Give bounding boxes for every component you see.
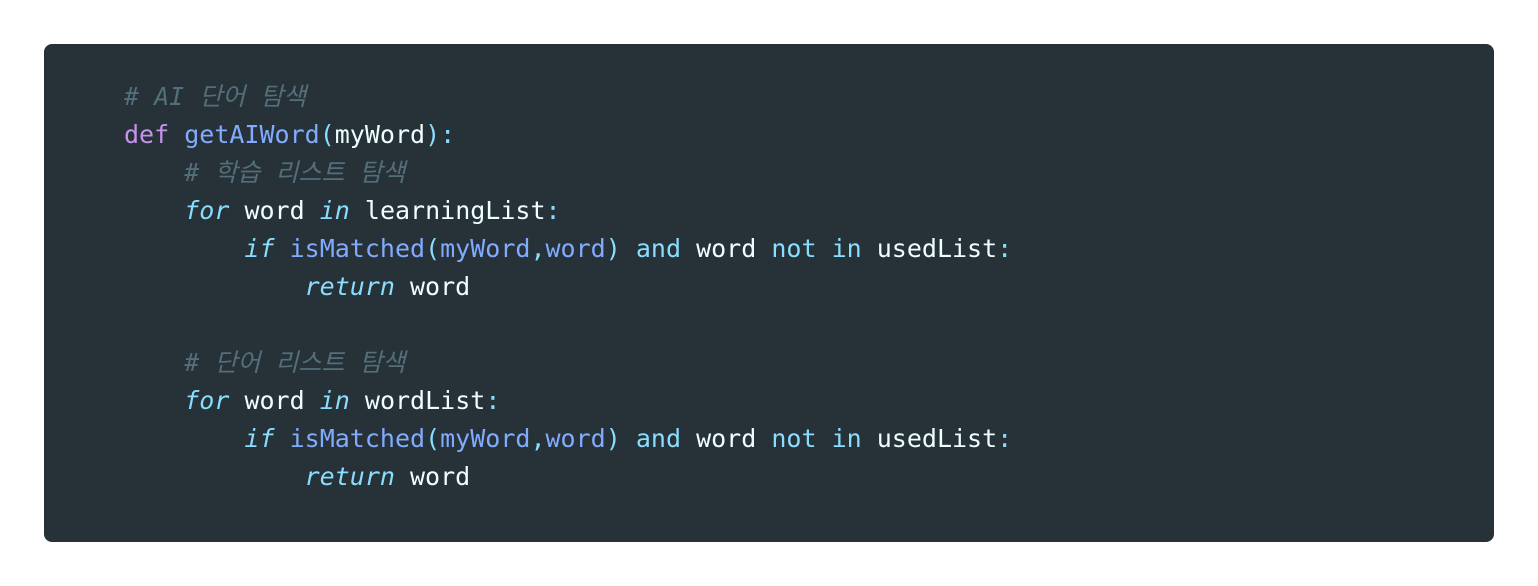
keyword-in: in <box>831 424 862 453</box>
keyword-return: return <box>304 272 395 301</box>
variable: usedList <box>876 234 998 263</box>
variable: word <box>410 462 471 491</box>
colon: : <box>485 386 501 415</box>
code-line-11: return word <box>124 458 1494 496</box>
keyword-in: in <box>319 196 350 225</box>
keyword-for: for <box>184 196 230 225</box>
paren-close: ): <box>425 120 456 149</box>
paren-open: ( <box>425 234 441 263</box>
keyword-in: in <box>831 234 862 263</box>
comma: , <box>530 424 546 453</box>
variable: learningList <box>364 196 546 225</box>
keyword-if: if <box>244 424 275 453</box>
variable: word <box>696 234 757 263</box>
comma: , <box>530 234 546 263</box>
variable: word <box>696 424 757 453</box>
variable: wordList <box>364 386 486 415</box>
keyword-return: return <box>304 462 395 491</box>
argument: myWord <box>440 234 531 263</box>
code-line-8: # 단어 리스트 탐색 <box>124 344 1494 382</box>
keyword-not: not <box>771 424 817 453</box>
keyword-for: for <box>184 386 230 415</box>
argument: myWord <box>440 424 531 453</box>
argument: word <box>545 234 606 263</box>
variable: word <box>244 196 305 225</box>
code-line-6: return word <box>124 268 1494 306</box>
code-line-3: # 학습 리스트 탐색 <box>124 154 1494 192</box>
code-line-5: if isMatched(myWord,word) and word not i… <box>124 230 1494 268</box>
code-line-9: for word in wordList: <box>124 382 1494 420</box>
paren-close: ) <box>605 234 621 263</box>
paren-open: ( <box>425 424 441 453</box>
keyword-in: in <box>319 386 350 415</box>
paren-close: ) <box>605 424 621 453</box>
keyword-def: def <box>124 120 170 149</box>
code-line-4: for word in learningList: <box>124 192 1494 230</box>
argument: word <box>545 424 606 453</box>
paren-open: ( <box>319 120 335 149</box>
function-name: getAIWord <box>184 120 320 149</box>
function-call: isMatched <box>289 424 426 453</box>
code-line-2: def getAIWord(myWord): <box>124 116 1494 154</box>
code-block: # AI 단어 탐색 def getAIWord(myWord): # 학습 리스… <box>44 44 1494 542</box>
code-line-10: if isMatched(myWord,word) and word not i… <box>124 420 1494 458</box>
colon: : <box>545 196 561 225</box>
colon: : <box>997 424 1013 453</box>
variable: usedList <box>876 424 998 453</box>
function-call: isMatched <box>289 234 426 263</box>
variable: word <box>410 272 471 301</box>
variable: word <box>244 386 305 415</box>
comment: # AI 단어 탐색 <box>124 82 307 111</box>
comment: # 학습 리스트 탐색 <box>184 158 406 187</box>
code-line-1: # AI 단어 탐색 <box>124 78 1494 116</box>
keyword-if: if <box>244 234 275 263</box>
keyword-and: and <box>635 424 681 453</box>
colon: : <box>997 234 1013 263</box>
code-content: # AI 단어 탐색 def getAIWord(myWord): # 학습 리스… <box>124 78 1494 496</box>
comment: # 단어 리스트 탐색 <box>184 348 406 377</box>
keyword-and: and <box>635 234 681 263</box>
parameter: myWord <box>334 120 426 149</box>
keyword-not: not <box>771 234 817 263</box>
